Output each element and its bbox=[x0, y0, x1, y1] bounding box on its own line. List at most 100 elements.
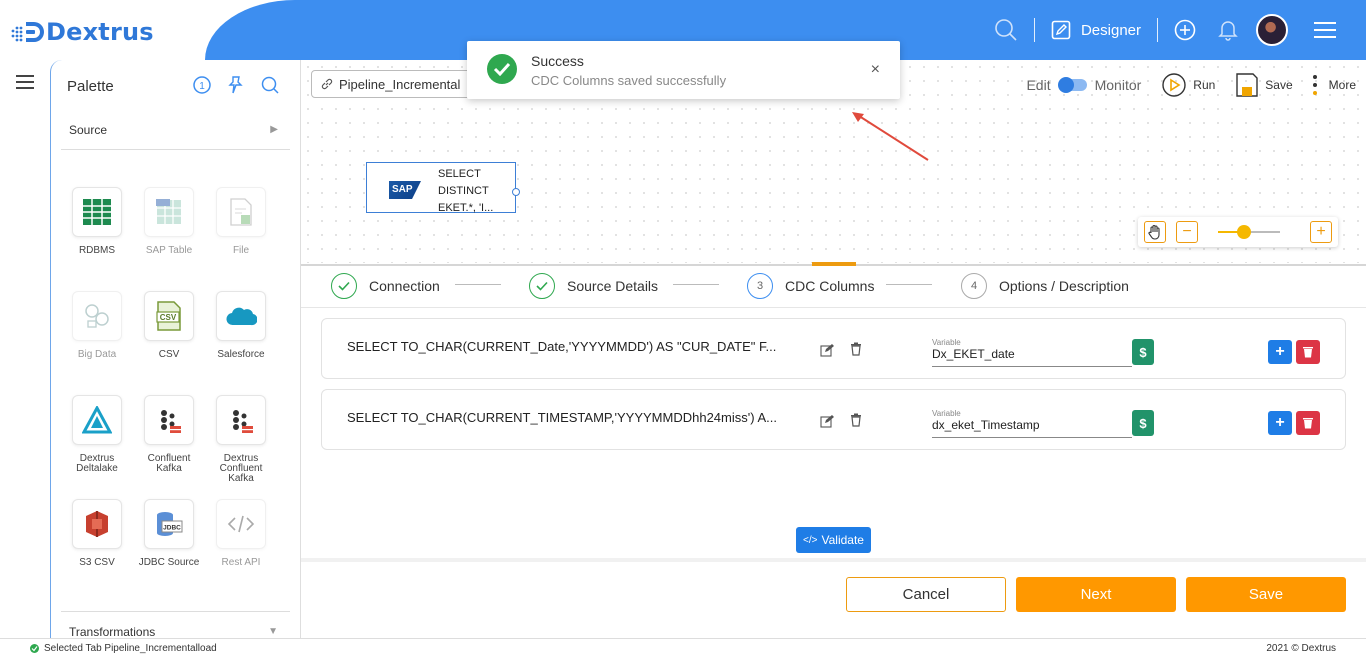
copyright: 2021 © Dextrus bbox=[1266, 643, 1336, 654]
palette-tile-rest-api[interactable]: Rest API bbox=[207, 499, 275, 568]
menu-icon bbox=[1314, 22, 1336, 38]
run-button[interactable]: Run bbox=[1161, 72, 1215, 98]
node-query-text: SELECT DISTINCT EKET.*, 'I... bbox=[438, 168, 494, 214]
zoom-slider-handle[interactable] bbox=[1237, 225, 1252, 239]
variable-label: Variable bbox=[932, 338, 961, 347]
avatar[interactable] bbox=[1256, 14, 1288, 46]
left-rail bbox=[0, 60, 50, 638]
status-bar: Selected Tab Pipeline_Incrementalload 20… bbox=[0, 638, 1366, 657]
status-message: Selected Tab Pipeline_Incrementalload bbox=[30, 643, 217, 654]
code-icon bbox=[227, 515, 255, 533]
next-button[interactable]: Next bbox=[1016, 577, 1176, 612]
designer-button[interactable]: Designer bbox=[1051, 20, 1141, 40]
zoom-slider[interactable] bbox=[1218, 225, 1280, 239]
sidebar-toggle-icon[interactable] bbox=[16, 75, 34, 89]
pin-icon[interactable] bbox=[226, 75, 246, 95]
notifications-button[interactable] bbox=[1218, 19, 1238, 41]
cloud-icon bbox=[226, 307, 257, 326]
designer-label: Designer bbox=[1080, 21, 1141, 39]
main-menu-button[interactable] bbox=[1314, 21, 1336, 39]
add-row-button[interactable]: + bbox=[1268, 411, 1292, 435]
edit-monitor-toggle[interactable] bbox=[1057, 77, 1087, 93]
search-button[interactable] bbox=[994, 18, 1018, 42]
variable-input[interactable]: Dx_EKET_date bbox=[932, 347, 1132, 367]
pan-hand-button[interactable] bbox=[1144, 221, 1166, 243]
trash-icon[interactable] bbox=[850, 342, 862, 356]
sap-table-icon bbox=[156, 199, 181, 224]
cancel-button[interactable]: Cancel bbox=[846, 577, 1006, 612]
deltalake-icon bbox=[82, 406, 112, 434]
node-output-port[interactable] bbox=[512, 188, 520, 196]
validate-button[interactable]: </> Validate bbox=[796, 527, 871, 553]
delete-row-button[interactable] bbox=[1296, 340, 1320, 364]
zoom-in-button[interactable]: + bbox=[1310, 221, 1332, 243]
header-divider bbox=[1157, 18, 1158, 42]
big-data-icon bbox=[85, 304, 109, 328]
more-button[interactable]: More bbox=[1311, 73, 1356, 97]
palette-tile-sap-table[interactable]: SAP Table bbox=[135, 187, 203, 256]
pipeline-node-sap[interactable]: SAP SELECT DISTINCT EKET.*, 'I... bbox=[366, 162, 520, 214]
palette-tile-dextrus-confluent-kafka[interactable]: Dextrus Confluent Kafka bbox=[207, 395, 275, 484]
jdbc-icon: JDBC bbox=[157, 512, 183, 536]
trash-icon[interactable] bbox=[850, 413, 862, 427]
save-button[interactable]: Save bbox=[1186, 577, 1346, 612]
palette-tile-csv[interactable]: CSV CSV bbox=[135, 291, 203, 360]
section-divider bbox=[61, 611, 290, 612]
brand-logo[interactable]: Dextrus bbox=[10, 18, 154, 46]
caret-down-icon: ▼ bbox=[268, 626, 278, 637]
step-connection[interactable]: Connection bbox=[331, 273, 440, 299]
pipeline-name-field[interactable]: Pipeline_Incremental bbox=[311, 70, 471, 98]
palette-tile-file[interactable]: File bbox=[207, 187, 275, 256]
bell-icon bbox=[1218, 21, 1238, 41]
csv-icon: CSV bbox=[156, 301, 181, 331]
save-pipeline-button[interactable]: Save bbox=[1235, 72, 1293, 98]
step-connector bbox=[455, 284, 501, 285]
search-icon bbox=[995, 19, 1017, 41]
more-vertical-icon bbox=[1312, 75, 1317, 95]
check-icon bbox=[529, 273, 555, 299]
refresh-icon[interactable] bbox=[260, 75, 280, 95]
toast-title: Success bbox=[531, 53, 584, 69]
edit-icon[interactable] bbox=[820, 343, 834, 357]
palette-tile-big-data[interactable]: Big Data bbox=[63, 291, 131, 360]
check-icon bbox=[331, 273, 357, 299]
step-connector bbox=[673, 284, 719, 285]
palette-tile-rdbms[interactable]: RDBMS bbox=[63, 187, 131, 256]
table-grid-icon bbox=[83, 199, 111, 225]
header-divider bbox=[1033, 18, 1035, 42]
annotation-arrow bbox=[852, 112, 929, 161]
palette-tile-salesforce[interactable]: Salesforce bbox=[207, 291, 275, 360]
header-toolbar: Designer bbox=[994, 0, 1366, 60]
brand-name: Dextrus bbox=[46, 18, 154, 46]
file-icon bbox=[230, 198, 252, 226]
palette-tile-dextrus-deltalake[interactable]: Dextrus Deltalake bbox=[63, 395, 131, 474]
close-icon[interactable]: × bbox=[871, 61, 880, 79]
minus-icon: − bbox=[1182, 223, 1192, 240]
dextrus-logo-icon bbox=[11, 22, 44, 42]
edit-icon[interactable] bbox=[820, 414, 834, 428]
palette-tile-s3-csv[interactable]: S3 CSV bbox=[63, 499, 131, 568]
palette-tile-confluent-kafka[interactable]: Confluent Kafka bbox=[135, 395, 203, 474]
step-source-details[interactable]: Source Details bbox=[529, 273, 658, 299]
cdc-column-row: SELECT TO_CHAR(CURRENT_Date,'YYYYMMDD') … bbox=[321, 318, 1346, 379]
section-divider bbox=[61, 149, 290, 150]
variable-picker-button[interactable]: $ bbox=[1132, 410, 1154, 436]
add-button[interactable] bbox=[1174, 19, 1196, 41]
palette-tile-jdbc-source[interactable]: JDBC JDBC Source bbox=[135, 499, 203, 568]
variable-input[interactable]: dx_eket_Timestamp bbox=[932, 418, 1132, 438]
step-options-description[interactable]: 4 Options / Description bbox=[961, 273, 1129, 299]
step-connector bbox=[886, 284, 932, 285]
hand-icon bbox=[1148, 224, 1160, 240]
palette-tools: 1 bbox=[192, 75, 280, 95]
variable-picker-button[interactable]: $ bbox=[1132, 339, 1154, 365]
step-cdc-columns[interactable]: 3 CDC Columns bbox=[747, 273, 874, 299]
add-row-button[interactable]: + bbox=[1268, 340, 1292, 364]
cdc-query-text: SELECT TO_CHAR(CURRENT_TIMESTAMP,'YYYYMM… bbox=[347, 410, 777, 425]
cdc-query-text: SELECT TO_CHAR(CURRENT_Date,'YYYYMMDD') … bbox=[347, 339, 777, 354]
zoom-out-button[interactable]: − bbox=[1176, 221, 1198, 243]
delete-row-button[interactable] bbox=[1296, 411, 1320, 435]
palette-title: Palette bbox=[67, 78, 114, 95]
designer-icon bbox=[1051, 20, 1071, 40]
info-icon[interactable]: 1 bbox=[192, 75, 212, 95]
caret-right-icon: ▶ bbox=[270, 124, 278, 135]
